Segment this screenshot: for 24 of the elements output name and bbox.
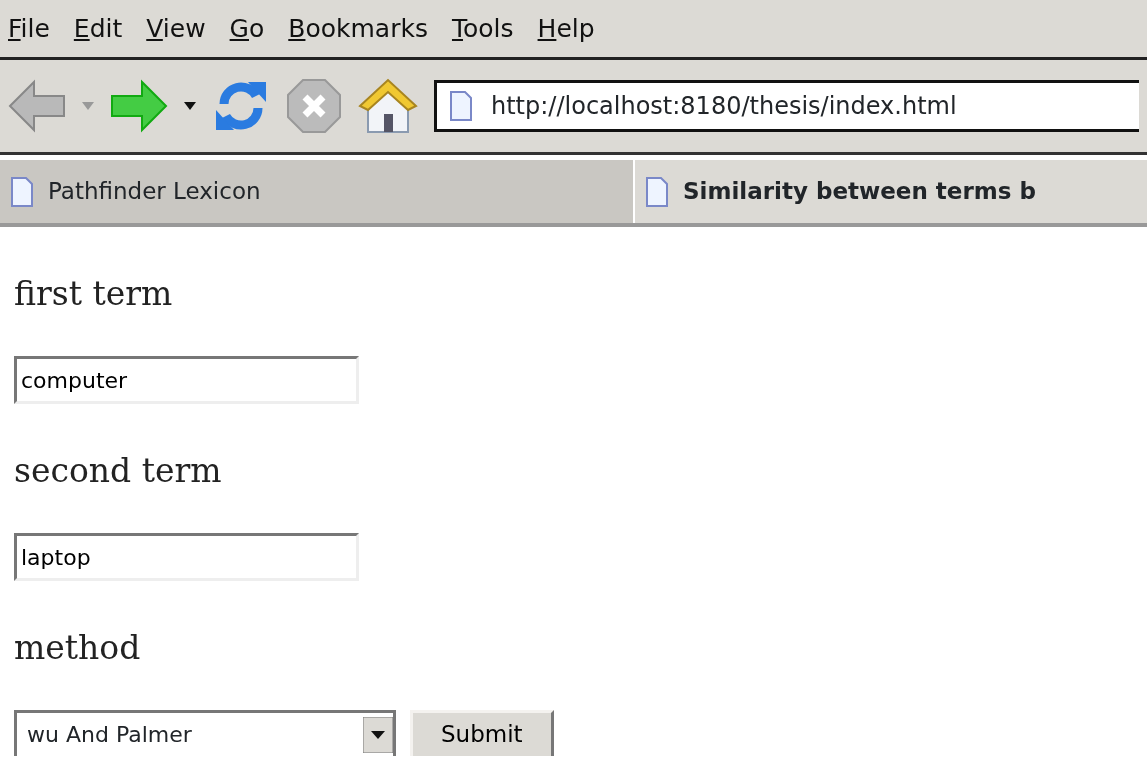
address-field[interactable]: http://localhost:8180/thesis/index.html	[434, 80, 1139, 132]
menu-item[interactable]: View	[146, 9, 206, 48]
menu-item[interactable]: File	[8, 9, 50, 48]
submit-button[interactable]: Submit	[410, 710, 554, 756]
menu-item[interactable]: Bookmarks	[288, 9, 428, 48]
browser-tab[interactable]: Pathfinder Lexicon	[0, 160, 633, 223]
field-label: first term	[14, 277, 174, 310]
method-select[interactable]: wu And Palmer	[14, 710, 396, 756]
menu-item[interactable]: Tools	[451, 9, 514, 48]
page-icon	[449, 91, 473, 121]
dropdown-arrow-icon	[363, 716, 393, 753]
field-label: method	[14, 631, 142, 664]
dropdown-caret-icon[interactable]	[184, 102, 196, 110]
page-icon	[10, 176, 34, 207]
home-icon[interactable]	[358, 76, 418, 136]
menu-item[interactable]: Edit	[73, 9, 123, 48]
page-icon	[645, 176, 669, 207]
field-label: second term	[14, 454, 223, 487]
browser-tab[interactable]: Similarity between terms b	[633, 160, 1147, 223]
menu-item[interactable]: Help	[537, 9, 595, 48]
forward-arrow-icon[interactable]	[110, 78, 168, 134]
text-field[interactable]: laptop	[14, 533, 359, 581]
text-field[interactable]: computer	[14, 356, 359, 404]
menu-item[interactable]: Go	[229, 9, 265, 48]
